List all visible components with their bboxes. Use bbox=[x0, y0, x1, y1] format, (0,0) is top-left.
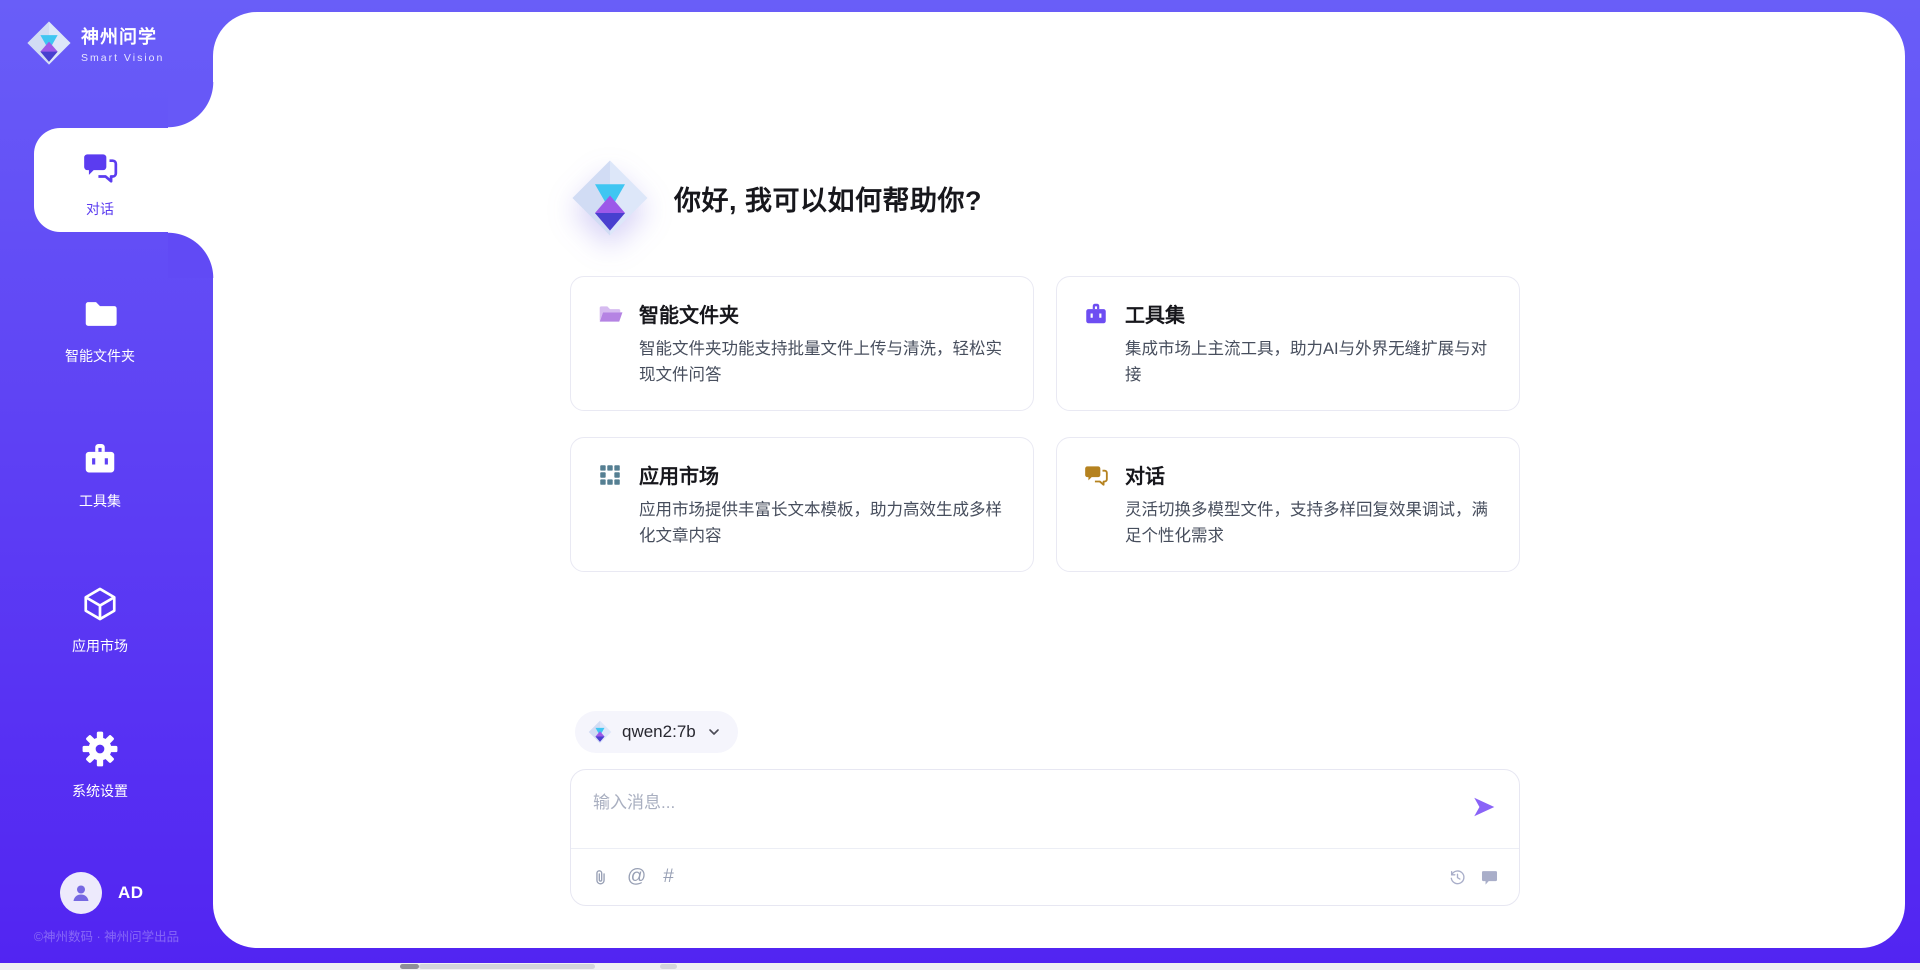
composer-tools-right bbox=[1448, 868, 1499, 887]
mention-button[interactable]: @ bbox=[627, 866, 646, 888]
brand-diamond-icon bbox=[570, 158, 650, 238]
toolbox-icon bbox=[1083, 301, 1109, 327]
sidebar-item-label: 对话 bbox=[0, 199, 200, 219]
card-toolset[interactable]: 工具集 集成市场上主流工具，助力AI与外界无缝扩展与对接 bbox=[1056, 276, 1520, 411]
card-description: 集成市场上主流工具，助力AI与外界无缝扩展与对接 bbox=[1083, 337, 1493, 388]
brand-diamond-icon bbox=[26, 20, 72, 66]
sidebar-item-label: 工具集 bbox=[0, 491, 200, 511]
main-content: 你好, 我可以如何帮助你? 智能文件夹 智能文件夹功能支持批量文件上传与清洗，轻… bbox=[570, 12, 1520, 948]
sidebar: 神州问学 Smart Vision 对话 智能文件夹 工具集 应用市场 系统设置 bbox=[0, 0, 213, 970]
scrollbar-thumb[interactable] bbox=[400, 964, 419, 969]
sidebar-item-smart-folder[interactable]: 智能文件夹 bbox=[0, 295, 200, 366]
cube-icon bbox=[81, 585, 119, 623]
tab-curve-top bbox=[168, 82, 214, 128]
composer-toolbar: @ # bbox=[571, 848, 1519, 905]
chat-icon bbox=[81, 148, 119, 186]
attachment-button[interactable] bbox=[591, 868, 610, 887]
brand-diamond-icon bbox=[588, 720, 612, 744]
card-app-market[interactable]: 应用市场 应用市场提供丰富长文本模板，助力高效生成多样化文章内容 bbox=[570, 437, 1034, 572]
card-description: 应用市场提供丰富长文本模板，助力高效生成多样化文章内容 bbox=[597, 498, 1007, 549]
card-header: 对话 bbox=[1083, 460, 1493, 489]
scrollbar-thumb[interactable] bbox=[419, 964, 595, 969]
sidebar-item-label: 应用市场 bbox=[0, 636, 200, 656]
chat-icon bbox=[1083, 462, 1109, 488]
folder-icon bbox=[81, 295, 119, 333]
sidebar-item-label: 系统设置 bbox=[0, 781, 200, 801]
chevron-down-icon bbox=[706, 724, 722, 740]
card-smart-folder[interactable]: 智能文件夹 智能文件夹功能支持批量文件上传与清洗，轻松实现文件问答 bbox=[570, 276, 1034, 411]
message-composer: @ # bbox=[570, 769, 1520, 906]
feature-cards: 智能文件夹 智能文件夹功能支持批量文件上传与清洗，轻松实现文件问答 工具集 集成… bbox=[570, 276, 1520, 572]
send-icon bbox=[1471, 794, 1497, 820]
card-header: 应用市场 bbox=[597, 460, 1007, 489]
card-header: 智能文件夹 bbox=[597, 299, 1007, 328]
composer-area: qwen2:7b bbox=[570, 711, 1520, 948]
mention-icon: @ bbox=[627, 866, 646, 888]
greeting: 你好, 我可以如何帮助你? bbox=[570, 158, 1520, 238]
model-name: qwen2:7b bbox=[622, 722, 696, 742]
card-title: 智能文件夹 bbox=[639, 299, 739, 328]
user-profile[interactable]: AD bbox=[60, 872, 144, 914]
model-selector[interactable]: qwen2:7b bbox=[575, 711, 738, 753]
card-title: 应用市场 bbox=[639, 460, 719, 489]
main-panel: 你好, 我可以如何帮助你? 智能文件夹 智能文件夹功能支持批量文件上传与清洗，轻… bbox=[213, 12, 1905, 948]
chat-bubble-button[interactable] bbox=[1480, 868, 1499, 887]
sidebar-item-label: 智能文件夹 bbox=[0, 346, 200, 366]
tab-curve-bottom bbox=[168, 232, 214, 278]
composer-tools-left: @ # bbox=[591, 866, 674, 888]
card-header: 工具集 bbox=[1083, 299, 1493, 328]
history-icon bbox=[1448, 868, 1467, 887]
composer-input-row bbox=[571, 770, 1519, 848]
message-input[interactable] bbox=[571, 770, 1519, 840]
brand-name: 神州问学 bbox=[81, 23, 164, 49]
folder-open-icon bbox=[597, 301, 623, 327]
sidebar-item-settings[interactable]: 系统设置 bbox=[0, 730, 200, 801]
card-description: 智能文件夹功能支持批量文件上传与清洗，轻松实现文件问答 bbox=[597, 337, 1007, 388]
app-root: 神州问学 Smart Vision 对话 智能文件夹 工具集 应用市场 系统设置 bbox=[0, 0, 1920, 970]
greeting-title: 你好, 我可以如何帮助你? bbox=[674, 179, 982, 218]
sidebar-item-chat[interactable]: 对话 bbox=[0, 148, 200, 219]
attachment-icon bbox=[591, 868, 610, 887]
gear-icon bbox=[81, 730, 119, 768]
sidebar-item-app-market[interactable]: 应用市场 bbox=[0, 585, 200, 656]
card-title: 工具集 bbox=[1125, 299, 1185, 328]
user-initials: AD bbox=[118, 883, 144, 903]
history-button[interactable] bbox=[1448, 868, 1467, 887]
send-button[interactable] bbox=[1471, 794, 1497, 820]
hashtag-icon: # bbox=[663, 866, 674, 888]
card-title: 对话 bbox=[1125, 460, 1165, 489]
horizontal-scrollbar[interactable] bbox=[0, 963, 1920, 970]
hashtag-button[interactable]: # bbox=[663, 866, 674, 888]
card-description: 灵活切换多模型文件，支持多样回复效果调试，满足个性化需求 bbox=[1083, 498, 1493, 549]
person-icon bbox=[69, 881, 93, 905]
brand-subtitle: Smart Vision bbox=[81, 52, 164, 64]
sidebar-item-toolset[interactable]: 工具集 bbox=[0, 440, 200, 511]
avatar bbox=[60, 872, 102, 914]
toolbox-icon bbox=[81, 440, 119, 478]
brand: 神州问学 Smart Vision bbox=[26, 20, 164, 66]
scrollbar-thumb[interactable] bbox=[660, 964, 677, 969]
chat-bubble-icon bbox=[1480, 868, 1499, 887]
grid-icon bbox=[597, 462, 623, 488]
copyright-text: ©神州数码 · 神州问学出品 bbox=[0, 926, 213, 945]
card-chat[interactable]: 对话 灵活切换多模型文件，支持多样回复效果调试，满足个性化需求 bbox=[1056, 437, 1520, 572]
